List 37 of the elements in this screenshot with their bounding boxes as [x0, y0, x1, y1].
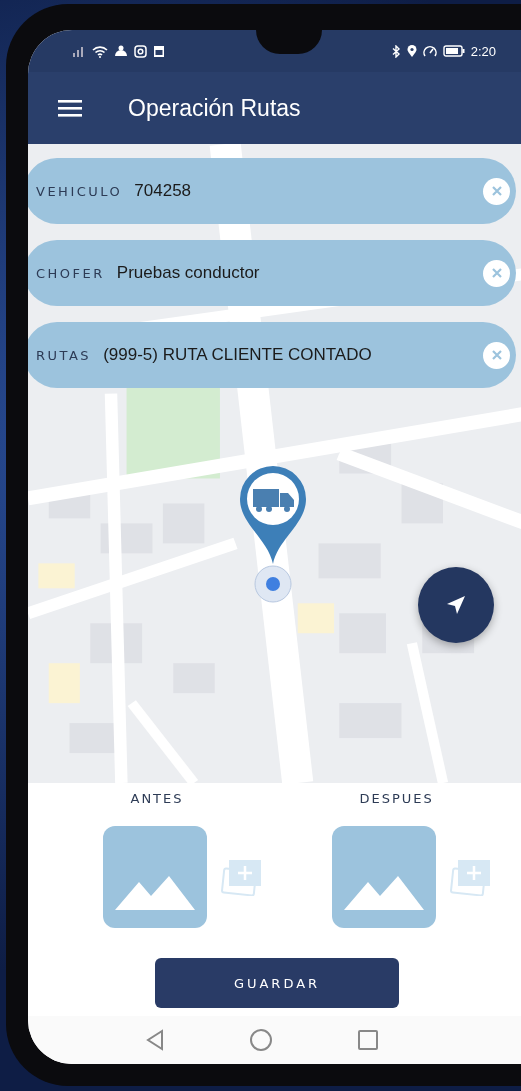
filter-field[interactable]: RUTAS (999-5) RUTA CLIENTE CONTADO	[28, 322, 516, 388]
add-photo-icon[interactable]	[220, 858, 263, 896]
add-photo-icon[interactable]	[449, 858, 492, 896]
speedometer-icon	[422, 44, 437, 58]
filter-label: VEHICULO	[36, 183, 123, 199]
recents-icon[interactable]	[357, 1029, 379, 1051]
photo-label: DESPUES	[359, 791, 434, 806]
clear-icon[interactable]	[483, 259, 510, 287]
battery-icon	[442, 45, 465, 57]
save-button[interactable]: GUARDAR	[155, 958, 399, 1008]
home-icon[interactable]	[249, 1028, 273, 1052]
image-placeholder-icon[interactable]	[102, 826, 207, 928]
location-dot-icon	[253, 564, 293, 604]
filter-field[interactable]: CHOFER Pruebas conductor	[28, 240, 516, 306]
filter-label: CHOFER	[36, 265, 105, 281]
clear-icon[interactable]	[483, 341, 510, 369]
location-icon	[406, 44, 417, 58]
camera-notch	[256, 30, 322, 54]
image-placeholder-icon[interactable]	[331, 826, 436, 928]
back-icon[interactable]	[145, 1029, 165, 1051]
signal-icon	[72, 45, 86, 57]
filter-label: RUTAS	[36, 347, 92, 363]
camera-app-icon	[134, 44, 147, 58]
app-title: Operación Rutas	[128, 94, 301, 122]
menu-icon[interactable]	[58, 99, 82, 117]
calendar-icon	[153, 44, 165, 58]
navigation-arrow-icon	[445, 594, 467, 616]
filter-value: 704258	[134, 181, 193, 201]
bluetooth-icon	[391, 44, 401, 58]
filter-value: (999-5) RUTA CLIENTE CONTADO	[103, 345, 373, 365]
filter-value: Pruebas conductor	[116, 263, 261, 283]
status-time: 2:20	[470, 43, 496, 59]
clear-icon[interactable]	[483, 177, 510, 205]
wifi-icon	[92, 44, 108, 58]
photo-label: ANTES	[130, 791, 184, 806]
truck-pin-icon	[238, 464, 308, 564]
filter-field[interactable]: VEHICULO 704258	[28, 158, 516, 224]
